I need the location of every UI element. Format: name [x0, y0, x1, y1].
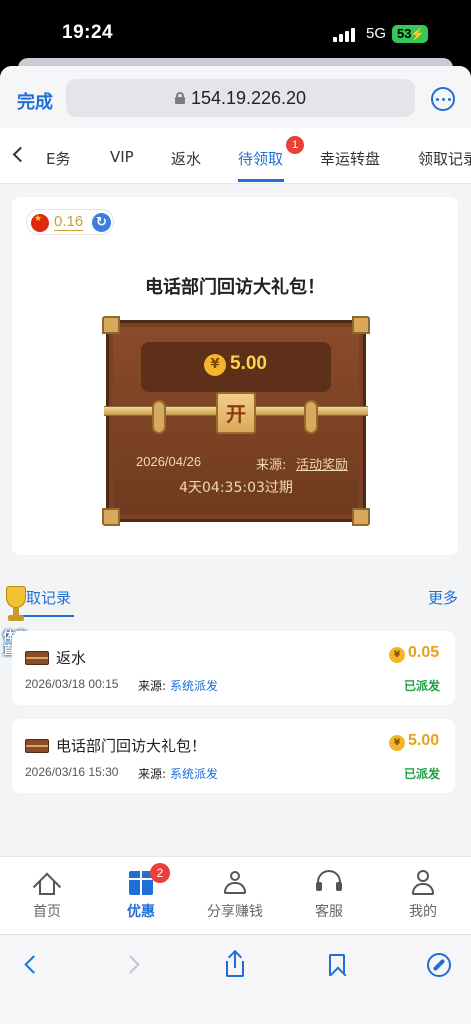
- nav-promotions[interactable]: 2 优惠: [94, 863, 188, 921]
- bookmarks-icon[interactable]: [322, 951, 352, 981]
- share-icon[interactable]: [220, 949, 250, 981]
- back-icon[interactable]: [17, 951, 47, 981]
- records-tab[interactable]: 取记录: [26, 587, 71, 608]
- record-amount: 5.00: [408, 732, 440, 749]
- gift-title: 电话部门回访大礼包！: [145, 277, 325, 298]
- chest-corner: [352, 316, 370, 334]
- balance-amount: 0.16: [54, 213, 84, 231]
- browser-header: 完成 154.19.226.20: [0, 66, 471, 128]
- nav-label: 我的: [409, 904, 437, 920]
- record-source-label: 来源:: [138, 767, 167, 781]
- chest-date: 2026/04/26: [136, 454, 202, 469]
- share-people-icon: [220, 867, 250, 897]
- lock-icon: [174, 92, 185, 104]
- chest-corner: [102, 508, 120, 526]
- home-icon: [32, 867, 62, 901]
- address-bar[interactable]: 154.19.226.20: [66, 79, 415, 117]
- chest-corner: [102, 316, 120, 334]
- nav-profile[interactable]: 我的: [376, 867, 470, 921]
- trophy-icon: [3, 586, 29, 624]
- bottom-nav: 首页 2 优惠 分享赚钱 客服 我的: [0, 856, 471, 934]
- url-text: 154.19.226.20: [190, 87, 307, 108]
- chest-expiry: 4天04:35:03过期: [179, 480, 293, 496]
- nav-home[interactable]: 首页: [0, 867, 94, 921]
- chest-icon: [25, 651, 49, 665]
- nav-label: 客服: [315, 904, 343, 920]
- done-button[interactable]: 完成: [17, 88, 53, 114]
- network-type: 5G: [366, 25, 387, 42]
- forward-icon[interactable]: [118, 951, 148, 981]
- headset-icon: [314, 867, 344, 897]
- browser-toolbar: [0, 934, 471, 1024]
- charging-icon: ⚡: [410, 27, 425, 41]
- record-status: 已派发: [404, 767, 441, 781]
- chest-source: 活动奖励: [296, 458, 349, 473]
- open-chest-button[interactable]: 开: [216, 392, 256, 434]
- nav-badge: 2: [150, 863, 170, 883]
- nav-share-earn[interactable]: 分享赚钱: [188, 867, 282, 921]
- nav-support[interactable]: 客服: [282, 867, 376, 921]
- tab-claim-records[interactable]: 领取记录: [418, 148, 471, 169]
- battery-icon: 53 ⚡: [392, 25, 428, 43]
- category-tabs: E务 VIP 返水 待领取 1 幸运转盘 领取记录: [0, 128, 471, 184]
- record-date: 2026/03/18 00:15: [25, 677, 119, 691]
- gift-card: 0.16 ↻ 电话部门回访大礼包！ ¥ 5.00 开 2026/04/26 来源…: [12, 197, 458, 555]
- chest-icon: [25, 739, 49, 753]
- record-title: 返水: [56, 649, 87, 667]
- refresh-icon[interactable]: ↻: [92, 213, 111, 232]
- tab-pending[interactable]: 待领取: [238, 148, 283, 169]
- status-bar: 19:24 5G 53 ⚡: [0, 0, 471, 62]
- tab-vip[interactable]: VIP: [110, 148, 134, 166]
- more-options-icon[interactable]: [431, 87, 455, 111]
- browser-sheet: 完成 154.19.226.20 E务 VIP 返水 待领取 1 幸运转盘 领取…: [0, 66, 471, 1024]
- record-status: 已派发: [404, 679, 441, 693]
- record-item[interactable]: 电话部门回访大礼包！ ¥ 5.00 2026/03/16 15:30 来源: 系…: [12, 719, 455, 793]
- active-tab-indicator: [238, 179, 284, 182]
- coin-icon: ¥: [389, 735, 405, 751]
- record-title: 电话部门回访大礼包！: [56, 737, 207, 755]
- record-source-label: 来源:: [138, 679, 167, 693]
- more-link[interactable]: 更多: [428, 587, 458, 608]
- tab-rebate[interactable]: 返水: [171, 148, 201, 169]
- user-icon: [408, 867, 438, 897]
- record-date: 2026/03/16 15:30: [25, 765, 119, 779]
- tab-lucky-wheel[interactable]: 幸运转盘: [320, 148, 380, 169]
- balance-pill: 0.16 ↻: [26, 209, 114, 235]
- chevron-left-icon[interactable]: [12, 146, 29, 163]
- status-time: 19:24: [62, 22, 114, 43]
- nav-label: 首页: [33, 904, 61, 920]
- record-source: 系统派发: [170, 767, 219, 781]
- treasure-chest[interactable]: ¥ 5.00 开 2026/04/26 来源: 活动奖励 4天04:35:03过…: [102, 316, 370, 526]
- tab-badge: 1: [286, 136, 304, 154]
- tab-task[interactable]: E务: [46, 148, 70, 169]
- china-flag-icon: [31, 214, 49, 232]
- record-item[interactable]: 返水 ¥ 0.05 2026/03/18 00:15 来源: 系统派发 已派发: [12, 631, 455, 705]
- signal-icon: [333, 27, 359, 42]
- chest-clasp: [304, 400, 318, 434]
- coin-icon: ¥: [389, 647, 405, 663]
- nav-label: 优惠: [127, 904, 155, 920]
- nav-label: 分享赚钱: [207, 904, 263, 920]
- record-amount: 0.05: [408, 644, 440, 661]
- chest-clasp: [152, 400, 166, 434]
- chest-corner: [352, 508, 370, 526]
- compass-icon[interactable]: [424, 951, 454, 981]
- yuan-coin-icon: ¥: [204, 354, 226, 376]
- chest-amount: 5.00: [230, 353, 267, 374]
- chest-source-label: 来源:: [256, 458, 287, 473]
- record-source: 系统派发: [170, 679, 219, 693]
